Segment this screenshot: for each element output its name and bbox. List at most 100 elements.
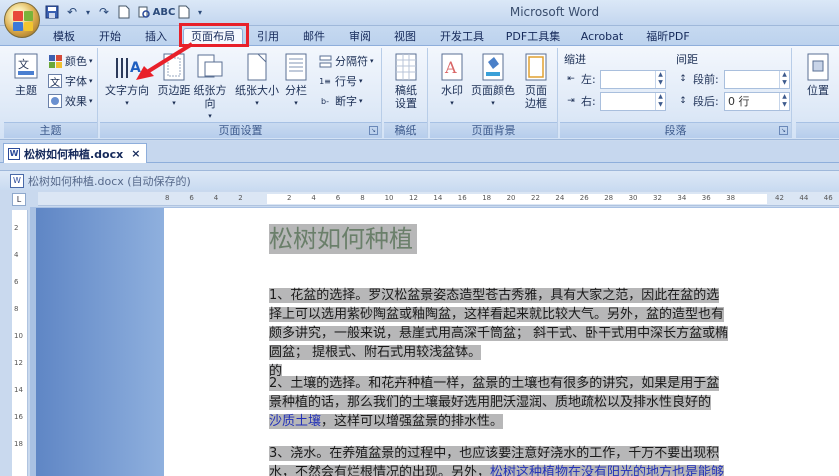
- group-arrange-label: [796, 122, 839, 138]
- quick-access-toolbar: ↶ ▾ ↷ ABC ▾: [44, 4, 204, 20]
- group-theme: 文 主题 颜色 ▾ 文 字体 ▾ 效果 ▾ 主题: [4, 48, 98, 138]
- word-doc-icon: W: [10, 173, 24, 188]
- columns-button[interactable]: 分栏 ▾: [280, 52, 312, 110]
- page-borders-button[interactable]: 页面 边框: [516, 52, 556, 110]
- ruler-tick: 10: [384, 194, 394, 202]
- customize-toolbar-icon[interactable]: ▾: [196, 4, 204, 20]
- document-tab[interactable]: W 松树如何种植.docx ×: [3, 143, 148, 163]
- paragraph-2[interactable]: 2、土壤的选择。和花卉种植一样，盆景的土壤也有很多的讲究，如果是用于盆 景种植的…: [269, 374, 749, 431]
- indent-left-input[interactable]: ▲ ▼: [600, 70, 666, 89]
- paragraph-1[interactable]: 1、花盆的选择。罗汉松盆景姿态造型苍古秀雅，具有大家之范，因此在盆的选 择上可以…: [269, 286, 749, 381]
- close-icon[interactable]: ×: [131, 147, 140, 160]
- document-title[interactable]: 松树如何种植: [269, 224, 417, 254]
- theme-fonts-button[interactable]: 文 字体 ▾: [48, 72, 93, 90]
- spin-arrows-icon[interactable]: ▲ ▼: [655, 71, 665, 88]
- position-icon: [804, 52, 832, 82]
- group-paragraph: 缩进 间距 ⇤ 左: ▲ ▼ ⇥ 右: ▲ ▼ ↕ 段前: ▲ ▼ ↕ 段后: 0 行 ▲ ▼ 段…: [560, 48, 792, 138]
- themes-button[interactable]: 文 主题: [6, 52, 46, 97]
- line-numbers-icon: 1≡: [319, 76, 331, 86]
- spacing-before-icon: ↕: [679, 74, 687, 84]
- office-logo-icon: [13, 11, 33, 31]
- position-button[interactable]: 位置: [798, 52, 838, 97]
- size-button[interactable]: 纸张大小 ▾: [234, 52, 280, 110]
- document-tab-label: 松树如何种植.docx: [24, 147, 124, 161]
- page-borders-icon: [522, 52, 550, 82]
- group-theme-label: 主题: [4, 122, 97, 138]
- spin-arrows-icon[interactable]: ▲ ▼: [779, 71, 789, 88]
- vertical-ruler[interactable]: 2 4 6 8 10 12 14 16 18: [12, 210, 28, 476]
- spacing-after-icon: ↕: [679, 96, 687, 106]
- ruler-tick: 4: [311, 194, 316, 202]
- ruler-tick: 42: [775, 194, 784, 202]
- undo-icon[interactable]: ↶: [64, 4, 80, 20]
- ruler-tick: 4: [14, 251, 19, 259]
- spelling-icon[interactable]: ABC: [153, 4, 176, 20]
- group-manuscript-label: 稿纸: [384, 122, 427, 138]
- link-pine-tree[interactable]: 松树这种植物在没有阳光的地方也是能够: [490, 465, 725, 476]
- theme-fonts-label: 字体: [65, 75, 87, 88]
- paragraph-dialog-launcher-icon[interactable]: ↘: [779, 126, 788, 135]
- document-window-title-text: 松树如何种植.docx (自动保存的): [28, 174, 191, 188]
- spacing-before-input[interactable]: ▲ ▼: [724, 70, 790, 89]
- save-icon[interactable]: [44, 4, 60, 20]
- watermark-icon: A: [438, 52, 466, 82]
- group-paragraph-label: 段落: [560, 122, 791, 138]
- text-line: ，这样可以增强盆景的排水性。: [321, 414, 504, 429]
- tab-selector[interactable]: L: [12, 193, 26, 206]
- ruler-tick: 2: [287, 194, 292, 202]
- position-label: 位置: [807, 84, 829, 97]
- page-color-button[interactable]: 页面颜色 ▾: [470, 52, 516, 110]
- ruler-tick: 22: [531, 194, 540, 202]
- line-numbers-label: 行号: [335, 75, 357, 88]
- open-document-icon[interactable]: [176, 4, 192, 20]
- ruler-tick: 16: [457, 194, 467, 202]
- page-setup-dialog-launcher-icon[interactable]: ↘: [369, 126, 378, 135]
- chevron-down-icon[interactable]: ▾: [84, 4, 92, 20]
- office-button[interactable]: [4, 2, 40, 38]
- text-line: 1、花盆的选择。罗汉松盆景姿态造型苍古秀雅，具有大家之范，因此在盆的选: [269, 288, 720, 303]
- group-page-setup-label: 页面设置: [100, 122, 381, 138]
- text-line: 2、土壤的选择。和花卉种植一样，盆景的土壤也有很多的讲究，如果是用于盆: [269, 376, 720, 391]
- ruler-tick: 6: [189, 194, 194, 202]
- hyphenation-button[interactable]: b‐ 断字 ▾: [318, 92, 363, 110]
- ruler-tick: 8: [14, 305, 19, 313]
- horizontal-ruler[interactable]: 8 6 4 2 2 4 6 8 10 12 14 16 18 20 22 24 26 28 30 32 34 36 38 42…: [38, 192, 839, 206]
- ruler-tick: 30: [628, 194, 638, 202]
- svg-text:文: 文: [18, 57, 29, 71]
- themes-icon: 文: [12, 52, 40, 82]
- ruler-tick: 24: [555, 194, 565, 202]
- indent-left-icon: ⇤: [567, 74, 575, 84]
- indent-right-input[interactable]: ▲ ▼: [600, 92, 666, 111]
- ruler-tick: 14: [14, 386, 23, 394]
- ruler-tick: 2: [14, 224, 19, 232]
- redo-icon[interactable]: ↷: [96, 4, 112, 20]
- spin-arrows-icon[interactable]: ▲ ▼: [779, 93, 789, 110]
- theme-colors-button[interactable]: 颜色 ▾: [48, 52, 93, 70]
- line-numbers-button[interactable]: 1≡ 行号 ▾: [318, 72, 362, 90]
- text-line: 颇多讲究，一般来说，悬崖式用高深千筒盆； 斜干式、卧干式用中深长方盆或椭: [269, 326, 729, 341]
- watermark-button[interactable]: A 水印 ▾: [432, 52, 472, 110]
- ruler-text-area: [267, 194, 767, 204]
- print-preview-icon[interactable]: [136, 4, 152, 20]
- size-label: 纸张大小: [235, 84, 279, 97]
- text-line: 景种植的话，那么我们的土壤最好选用肥沃湿润、质地疏松以及排水性良好的: [269, 395, 712, 410]
- hyphenation-label: 断字: [335, 95, 357, 108]
- manuscript-setup-button[interactable]: 稿纸 设置: [386, 52, 426, 110]
- themes-label: 主题: [15, 84, 37, 97]
- document-tab-bar: W 松树如何种植.docx ×: [0, 141, 839, 163]
- ruler-tick: 18: [14, 440, 23, 448]
- spacing-after-input[interactable]: 0 行 ▲ ▼: [724, 92, 790, 111]
- ruler-tick: 10: [14, 332, 23, 340]
- ruler-tick: 38: [726, 194, 736, 202]
- manuscript-icon: [392, 52, 420, 82]
- paragraph-3[interactable]: 3、浇水。在养殖盆景的过程中，也应该要注意好浇水的工作，千万不要出现积 水，不然…: [269, 444, 749, 476]
- ruler-tick: 32: [653, 194, 662, 202]
- new-document-icon[interactable]: [116, 4, 132, 20]
- spin-arrows-icon[interactable]: ▲ ▼: [655, 93, 665, 110]
- link-sandy-soil[interactable]: 沙质土壤: [269, 414, 322, 429]
- breaks-button[interactable]: 分隔符 ▾: [318, 52, 374, 70]
- indent-right-icon: ⇥: [567, 96, 575, 106]
- page-borders-label-1: 页面: [525, 84, 547, 97]
- theme-effects-button[interactable]: 效果 ▾: [48, 92, 93, 110]
- indent-right-label: ⇥ 右:: [564, 92, 596, 110]
